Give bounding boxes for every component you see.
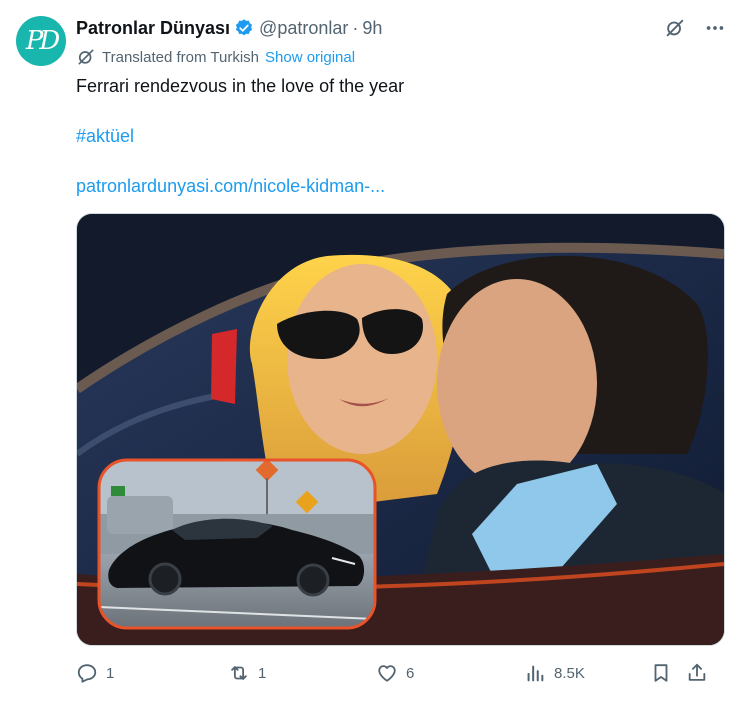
views-icon — [527, 665, 544, 682]
tweet-photo[interactable] — [76, 213, 725, 646]
tweet[interactable]: PD Patronlar Dünyası @patronlar · 9h Tra… — [0, 0, 746, 701]
translate-icon — [78, 49, 94, 65]
avatar-initials: PD — [25, 26, 60, 56]
header-icons — [664, 17, 726, 39]
repost-button[interactable]: 1 — [228, 662, 376, 684]
tweet-header: Patronlar Dünyası @patronlar · 9h — [76, 16, 726, 40]
bookmark-icon — [654, 664, 668, 682]
reply-icon — [77, 664, 97, 683]
action-bar: 1 1 6 8.5K — [76, 660, 726, 686]
avatar[interactable]: PD — [16, 16, 66, 66]
share-button[interactable] — [686, 662, 716, 684]
author-name[interactable]: Patronlar Dünyası — [76, 18, 230, 39]
photo-couple-in-car — [77, 214, 724, 645]
grok-icon[interactable] — [664, 17, 686, 39]
tweet-text: Ferrari rendezvous in the love of the ye… — [76, 76, 405, 96]
translation-label: Translated from Turkish — [102, 48, 259, 66]
inset-ferrari-photo — [97, 458, 377, 630]
article-link[interactable]: patronlardunyasi.com/nicole-kidman-... — [76, 174, 385, 198]
views-button[interactable]: 8.5K — [524, 662, 650, 684]
views-count: 8.5K — [554, 664, 585, 682]
reply-button[interactable]: 1 — [76, 662, 228, 684]
like-icon — [378, 665, 396, 682]
verified-badge-icon — [235, 19, 253, 36]
bookmark-button[interactable] — [650, 662, 686, 684]
more-icon[interactable] — [704, 17, 726, 39]
translation-notice: Translated from Turkish Show original — [76, 46, 355, 68]
repost-icon — [231, 666, 247, 680]
hashtag-link[interactable]: #aktüel — [76, 124, 134, 148]
share-icon — [688, 663, 706, 681]
show-original-link[interactable]: Show original — [265, 49, 355, 66]
reply-count: 1 — [106, 664, 115, 682]
separator-dot: · — [352, 17, 359, 38]
like-button[interactable]: 6 — [376, 662, 524, 684]
author-handle[interactable]: @patronlar — [259, 18, 348, 39]
repost-count: 1 — [258, 664, 267, 682]
timestamp[interactable]: 9h — [362, 18, 382, 39]
like-count: 6 — [406, 664, 415, 682]
